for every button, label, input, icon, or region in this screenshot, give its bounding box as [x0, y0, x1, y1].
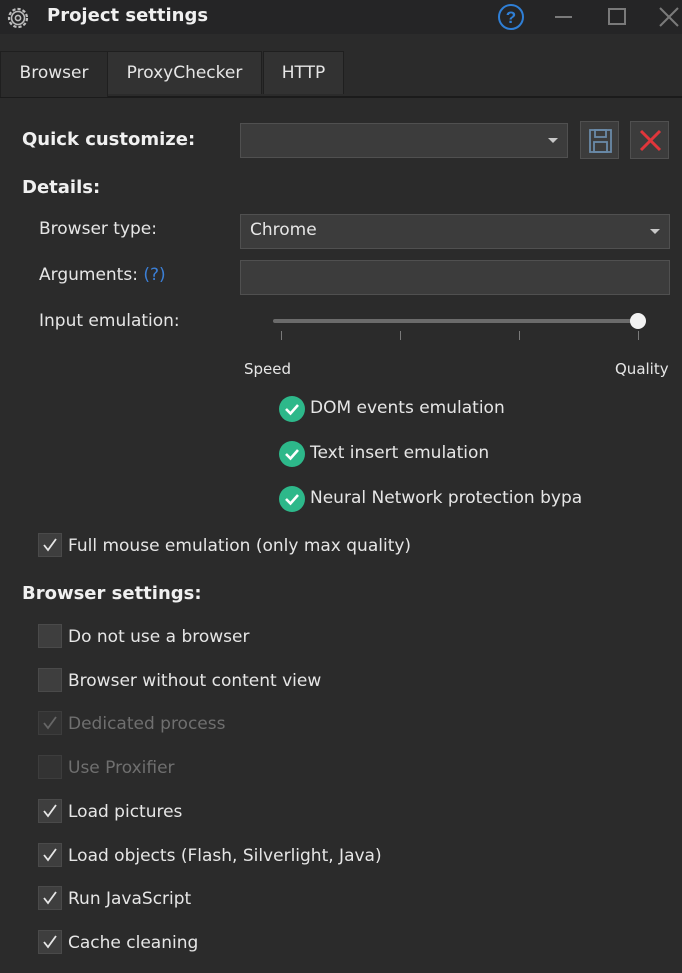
load-pictures-checkbox[interactable] [38, 799, 62, 823]
feature-text-insert: Text insert emulation [310, 443, 490, 463]
chevron-down-icon [548, 138, 558, 143]
browser-type-select[interactable]: Chrome [240, 214, 670, 249]
load-pictures-label: Load pictures [68, 802, 183, 822]
tab-browser[interactable]: Browser [0, 51, 108, 97]
dedicated-process-checkbox [38, 711, 62, 735]
save-icon [589, 129, 612, 153]
quick-customize-select[interactable] [240, 123, 568, 158]
check-circle-icon [278, 395, 306, 423]
slider-tick [281, 331, 282, 340]
dedicated-process-label: Dedicated process [68, 714, 226, 734]
browser-type-label: Browser type: [39, 219, 157, 239]
run-javascript-label: Run JavaScript [68, 889, 192, 909]
run-javascript-checkbox[interactable] [38, 886, 62, 910]
slider-tick [638, 331, 639, 340]
feature-dom-events: DOM events emulation [310, 398, 505, 418]
help-icon[interactable]: ? [497, 3, 525, 31]
full-mouse-label: Full mouse emulation (only max quality) [68, 536, 412, 556]
feature-neural-network: Neural Network protection bypa: [310, 488, 582, 508]
browser-settings-heading: Browser settings: [22, 583, 202, 604]
cache-cleaning-label: Cache cleaning [68, 933, 199, 953]
slider-max-label: Quality [615, 360, 669, 378]
minimize-icon[interactable] [550, 4, 578, 30]
full-mouse-checkbox[interactable] [38, 533, 62, 557]
maximize-icon[interactable] [603, 4, 631, 30]
load-objects-checkbox[interactable] [38, 843, 62, 867]
slider-tick [400, 331, 401, 340]
check-circle-icon [278, 440, 306, 468]
use-proxifier-checkbox [38, 755, 62, 779]
arguments-help-link[interactable]: (?) [143, 265, 165, 285]
arguments-input[interactable] [240, 260, 670, 295]
save-button[interactable] [580, 121, 619, 159]
arguments-label: Arguments: (?) [39, 265, 166, 285]
quick-customize-label: Quick customize: [22, 129, 196, 150]
delete-icon [639, 129, 662, 152]
slider-tick [519, 331, 520, 340]
browser-type-value: Chrome [250, 220, 317, 240]
input-emulation-slider[interactable] [273, 319, 639, 323]
browser-without-content-view-checkbox[interactable] [38, 668, 62, 692]
tab-http[interactable]: HTTP [263, 51, 344, 94]
input-emulation-label: Input emulation: [39, 311, 180, 331]
arguments-label-text: Arguments: [39, 265, 138, 285]
details-heading: Details: [22, 177, 101, 198]
browser-without-content-view-label: Browser without content view [68, 671, 322, 691]
check-circle-icon [278, 485, 306, 513]
do-not-use-browser-label: Do not use a browser [68, 627, 250, 647]
chevron-down-icon [650, 229, 660, 234]
gear-icon [4, 4, 32, 32]
load-objects-label: Load objects (Flash, Silverlight, Java) [68, 846, 382, 866]
tab-proxychecker[interactable]: ProxyChecker [107, 51, 262, 94]
svg-text:?: ? [506, 8, 516, 27]
cache-cleaning-checkbox[interactable] [38, 930, 62, 954]
window-title: Project settings [47, 5, 209, 26]
slider-min-label: Speed [244, 360, 292, 378]
close-icon[interactable] [654, 4, 682, 30]
do-not-use-browser-checkbox[interactable] [38, 624, 62, 648]
slider-thumb[interactable] [630, 313, 646, 329]
delete-button[interactable] [630, 121, 669, 159]
use-proxifier-label: Use Proxifier [68, 758, 175, 778]
